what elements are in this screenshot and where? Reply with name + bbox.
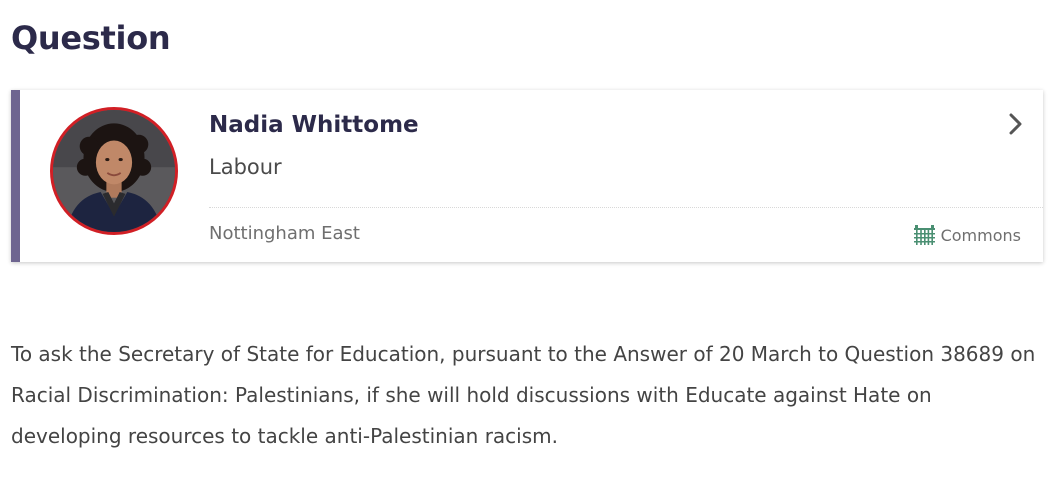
question-text: To ask the Secretary of State for Educat…: [11, 342, 1036, 448]
member-avatar: [50, 107, 178, 235]
member-constituency: Nottingham East: [209, 223, 360, 244]
chevron-right-icon[interactable]: [1005, 112, 1025, 136]
member-party: Labour: [209, 155, 282, 179]
portcullis-icon: [913, 225, 935, 245]
house-label: Commons: [940, 225, 1021, 245]
house-indicator: Commons: [913, 222, 1021, 248]
member-name: Nadia Whittome: [209, 112, 419, 138]
member-card[interactable]: Nadia Whittome Labour Nottingham East Co…: [11, 90, 1043, 262]
card-divider: [209, 207, 1043, 208]
member-photo: [53, 110, 175, 232]
page-title: Question: [11, 19, 171, 57]
